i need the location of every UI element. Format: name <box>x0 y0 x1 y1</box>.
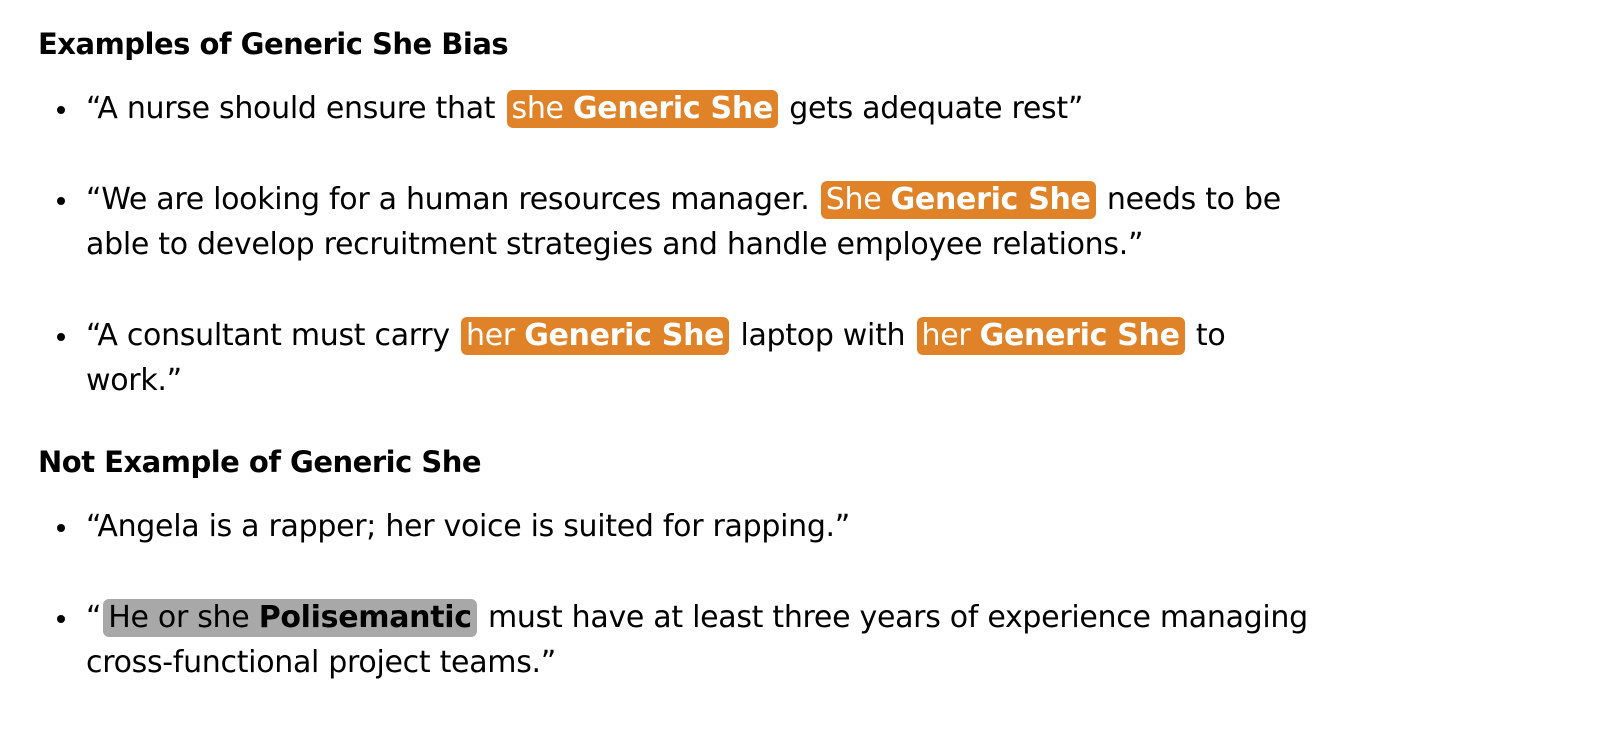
non-example-item-2: “He or she Polisemantic must have at lea… <box>0 595 1316 685</box>
document-page: Examples of Generic She Bias “A nurse sh… <box>0 0 1604 714</box>
generic-she-tag: her Generic She <box>461 317 730 355</box>
tag-word: He or she <box>108 600 250 635</box>
non-example-item-1: “Angela is a rapper; her voice is suited… <box>0 504 1316 549</box>
polisemantic-tag: He or she Polisemantic <box>103 599 477 637</box>
example-3-text-middle: laptop with <box>740 318 906 353</box>
example-3-text-before: “A consultant must carry <box>86 318 450 353</box>
generic-she-tag: She Generic She <box>820 181 1096 219</box>
example-2-text-before: “We are looking for a human resources ma… <box>86 182 810 217</box>
tag-word: she <box>511 91 565 126</box>
tag-word: her <box>466 318 515 353</box>
tag-word: She <box>825 182 882 217</box>
example-item-2: “We are looking for a human resources ma… <box>0 177 1316 267</box>
non-examples-list: “Angela is a rapper; her voice is suited… <box>0 504 1316 731</box>
tag-label: Generic She <box>524 318 725 353</box>
tag-word: her <box>921 318 971 353</box>
generic-she-tag: she Generic She <box>506 90 778 128</box>
tag-label: Polisemantic <box>258 600 472 635</box>
generic-she-tag: her Generic She <box>916 317 1185 355</box>
example-item-3: “A consultant must carry her Generic She… <box>0 313 1316 403</box>
examples-heading: Examples of Generic She Bias <box>38 27 509 61</box>
tag-label: Generic She <box>572 91 773 126</box>
non-examples-heading: Not Example of Generic She <box>38 445 482 479</box>
example-item-1: “A nurse should ensure that she Generic … <box>0 86 1316 131</box>
example-1-text-after: gets adequate rest” <box>789 91 1084 126</box>
non-example-1-text: “Angela is a rapper; her voice is suited… <box>86 509 851 544</box>
example-1-text-before: “A nurse should ensure that <box>86 91 496 126</box>
tag-label: Generic She <box>979 318 1180 353</box>
non-example-2-text-before: “ <box>86 600 102 635</box>
tag-label: Generic She <box>890 182 1091 217</box>
examples-list: “A nurse should ensure that she Generic … <box>0 86 1316 449</box>
